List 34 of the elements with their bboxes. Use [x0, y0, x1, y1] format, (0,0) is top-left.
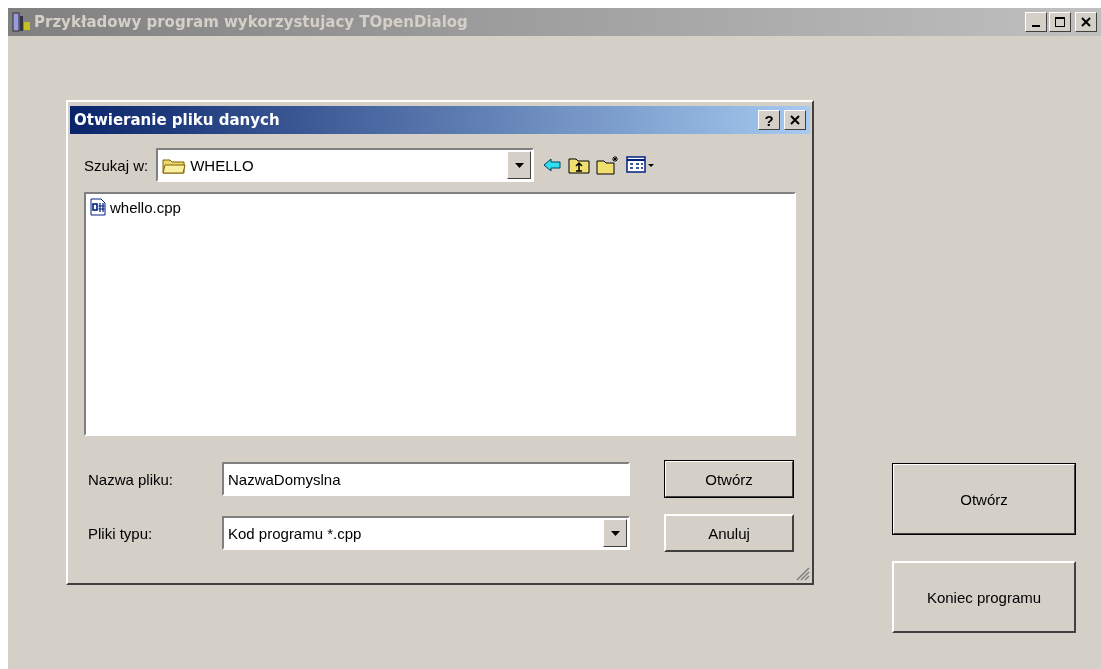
- new-folder-button[interactable]: [596, 155, 621, 175]
- caret-icon: [610, 530, 620, 536]
- exit-button[interactable]: Koniec programu: [892, 561, 1076, 633]
- maximize-icon: [1055, 17, 1065, 27]
- dropdown-button[interactable]: [603, 519, 627, 547]
- open-button[interactable]: Otwórz: [664, 460, 794, 498]
- up-button[interactable]: [568, 156, 591, 174]
- minimize-icon: [1032, 25, 1040, 27]
- source-file-icon: [90, 198, 106, 216]
- window-title: Przykładowy program wykorzystujacy TOpenDialog: [34, 13, 468, 31]
- file-item[interactable]: whello.cpp: [90, 198, 181, 216]
- close-button[interactable]: [784, 110, 806, 130]
- help-button[interactable]: ?: [758, 110, 780, 130]
- back-button[interactable]: [542, 157, 563, 173]
- look-in-dropdown[interactable]: WHELLO: [156, 148, 535, 182]
- view-menu-button[interactable]: [626, 156, 657, 174]
- cancel-button[interactable]: Anuluj: [664, 514, 794, 552]
- dropdown-button[interactable]: [507, 151, 532, 179]
- look-in-label: Szukaj w:: [84, 156, 149, 174]
- close-icon: [790, 115, 800, 125]
- file-type-dropdown[interactable]: Kod programu *.cpp: [222, 516, 630, 550]
- close-icon: [1081, 17, 1091, 27]
- minimize-button[interactable]: [1025, 12, 1047, 32]
- app-icon: [12, 12, 32, 32]
- resize-grip-icon: [794, 565, 810, 581]
- maximize-button[interactable]: [1049, 12, 1071, 32]
- file-type-label: Pliki typu:: [88, 524, 154, 542]
- file-name-field[interactable]: NazwaDomyslna: [222, 462, 630, 496]
- close-button[interactable]: [1075, 12, 1097, 32]
- caret-icon: [514, 162, 524, 168]
- dialog-title: Otwieranie pliku danych: [74, 111, 280, 129]
- file-name-label: Nazwa pliku:: [88, 470, 175, 488]
- open-button[interactable]: Otwórz: [892, 463, 1076, 535]
- folder-icon: [162, 156, 187, 174]
